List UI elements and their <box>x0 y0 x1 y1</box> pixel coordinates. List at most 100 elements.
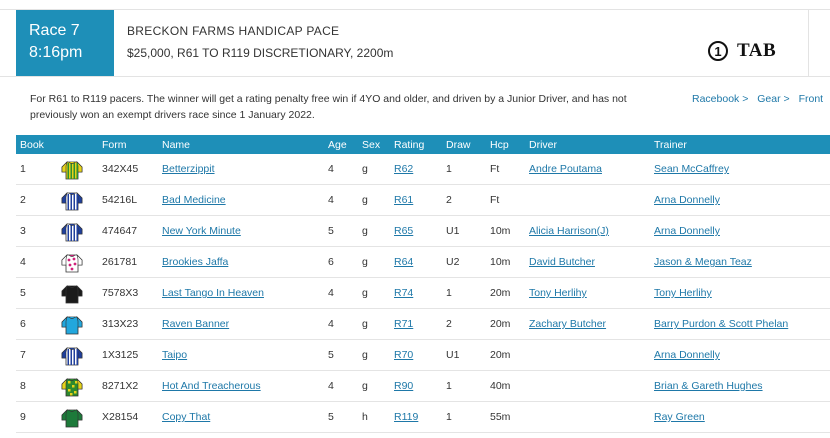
col-draw: Draw <box>446 139 471 151</box>
racing-silk-icon <box>60 158 84 180</box>
cell-sex: g <box>362 318 368 330</box>
col-driver: Driver <box>529 139 557 151</box>
horse-name-link[interactable]: Taipo <box>162 349 187 361</box>
col-hcp: Hcp <box>490 139 509 151</box>
driver-link[interactable]: Alicia Harrison(J) <box>529 225 609 237</box>
cell-hcp: Ft <box>490 194 500 206</box>
cell-hcp: 20m <box>490 318 511 330</box>
cell-draw: 2 <box>446 318 452 330</box>
table-row: 5 7578X3 Last Tango In Heaven 4 g R74 1 20m Tony… <box>16 278 830 309</box>
race-conditions: $25,000, R61 TO R119 DISCRETIONARY, 2200… <box>127 46 394 60</box>
racebook-link[interactable]: Racebook > <box>692 93 748 105</box>
trainer-link[interactable]: Barry Purdon & Scott Phelan <box>654 318 788 330</box>
table-row: 1 342X45 Betterzippit 4 g R62 1 Ft Andre Poutama… <box>16 154 830 185</box>
horse-name-link[interactable]: Last Tango In Heaven <box>162 287 264 299</box>
cell-form: X28154 <box>102 411 139 423</box>
cell-age: 4 <box>328 194 334 206</box>
front-link[interactable]: Front <box>799 93 824 105</box>
cell-form: 261781 <box>102 256 138 268</box>
col-trainer: Trainer <box>654 139 687 151</box>
race-number: Race 7 <box>29 22 80 39</box>
cell-form: 313X23 <box>102 318 139 330</box>
field-table-header: Book Form Name Age Sex Rating Draw Hcp D… <box>16 135 830 154</box>
rating-link[interactable]: R74 <box>394 287 413 299</box>
horse-name-link[interactable]: Betterzippit <box>162 163 215 175</box>
driver-link[interactable]: Tony Herlihy <box>529 287 587 299</box>
rating-link[interactable]: R62 <box>394 163 413 175</box>
rating-link[interactable]: R71 <box>394 318 413 330</box>
tab-logo-icon: 1 <box>708 41 728 61</box>
cell-age: 5 <box>328 411 334 423</box>
rating-link[interactable]: R119 <box>394 411 418 423</box>
col-sex: Sex <box>362 139 381 151</box>
trainer-link[interactable]: Arna Donnelly <box>654 225 720 237</box>
cell-age: 4 <box>328 163 334 175</box>
cell-form: 54216L <box>102 194 138 206</box>
race-info: BRECKON FARMS HANDICAP PACE $25,000, R61… <box>127 23 393 61</box>
cell-hcp: 20m <box>490 287 511 299</box>
horse-name-link[interactable]: New York Minute <box>162 225 241 237</box>
racing-silk-icon <box>60 406 84 428</box>
driver-link[interactable]: Zachary Butcher <box>529 318 606 330</box>
cell-book: 6 <box>20 318 26 330</box>
col-name: Name <box>162 139 191 151</box>
cell-sex: g <box>362 194 368 206</box>
cell-hcp: 10m <box>490 256 511 268</box>
horse-name-link[interactable]: Raven Banner <box>162 318 229 330</box>
cell-draw: U2 <box>446 256 460 268</box>
trainer-link[interactable]: Ray Green <box>654 411 705 423</box>
racing-silk-icon <box>60 220 84 242</box>
cell-form: 8271X2 <box>102 380 139 392</box>
cell-age: 4 <box>328 287 334 299</box>
cell-draw: U1 <box>446 225 460 237</box>
cell-sex: g <box>362 349 368 361</box>
cell-form: 7578X3 <box>102 287 139 299</box>
col-age: Age <box>328 139 347 151</box>
cell-book: 5 <box>20 287 26 299</box>
horse-name-link[interactable]: Bad Medicine <box>162 194 226 206</box>
tab-logo: 1 TAB <box>708 38 776 64</box>
racing-silk-icon <box>60 313 84 335</box>
cell-draw: 1 <box>446 411 452 423</box>
cell-age: 6 <box>328 256 334 268</box>
rating-link[interactable]: R64 <box>394 256 413 268</box>
cell-book: 9 <box>20 411 26 423</box>
gear-link[interactable]: Gear > <box>757 93 789 105</box>
cell-form: 1X3125 <box>102 349 139 361</box>
cell-age: 4 <box>328 380 334 392</box>
cell-hcp: 10m <box>490 225 511 237</box>
horse-name-link[interactable]: Copy That <box>162 411 210 423</box>
trainer-link[interactable]: Arna Donnelly <box>654 349 720 361</box>
cell-form: 474647 <box>102 225 138 237</box>
rating-link[interactable]: R90 <box>394 380 413 392</box>
cell-sex: g <box>362 163 368 175</box>
header-divider <box>808 10 809 76</box>
rating-link[interactable]: R70 <box>394 349 413 361</box>
rating-link[interactable]: R61 <box>394 194 413 206</box>
cell-age: 5 <box>328 349 334 361</box>
rating-link[interactable]: R65 <box>394 225 413 237</box>
horse-name-link[interactable]: Hot And Treacherous <box>162 380 261 392</box>
trainer-link[interactable]: Sean McCaffrey <box>654 163 729 175</box>
trainer-link[interactable]: Tony Herlihy <box>654 287 712 299</box>
col-rating: Rating <box>394 139 425 151</box>
driver-link[interactable]: Andre Poutama <box>529 163 602 175</box>
table-row: 6 313X23 Raven Banner 4 g R71 2 20m Zachary Butc… <box>16 309 830 340</box>
table-row: 8 8271X2 Hot And Treacherous 4 g R90 1 40m Brian… <box>16 371 830 402</box>
col-form: Form <box>102 139 127 151</box>
cell-sex: g <box>362 380 368 392</box>
trainer-link[interactable]: Jason & Megan Teaz <box>654 256 752 268</box>
race-time: 8:16pm <box>29 44 83 61</box>
trainer-link[interactable]: Arna Donnelly <box>654 194 720 206</box>
driver-link[interactable]: David Butcher <box>529 256 595 268</box>
cell-draw: 2 <box>446 194 452 206</box>
cell-book: 2 <box>20 194 26 206</box>
table-row: 9 X28154 Copy That 5 h R119 1 55m Ray Green <box>16 402 830 433</box>
trainer-link[interactable]: Brian & Gareth Hughes <box>654 380 763 392</box>
cell-book: 8 <box>20 380 26 392</box>
cell-book: 3 <box>20 225 26 237</box>
table-row: 3 474647 New York Minute 5 g R65 U1 10m Alicia H… <box>16 216 830 247</box>
cell-hcp: 55m <box>490 411 511 423</box>
col-book: Book <box>20 139 44 151</box>
horse-name-link[interactable]: Brookies Jaffa <box>162 256 228 268</box>
